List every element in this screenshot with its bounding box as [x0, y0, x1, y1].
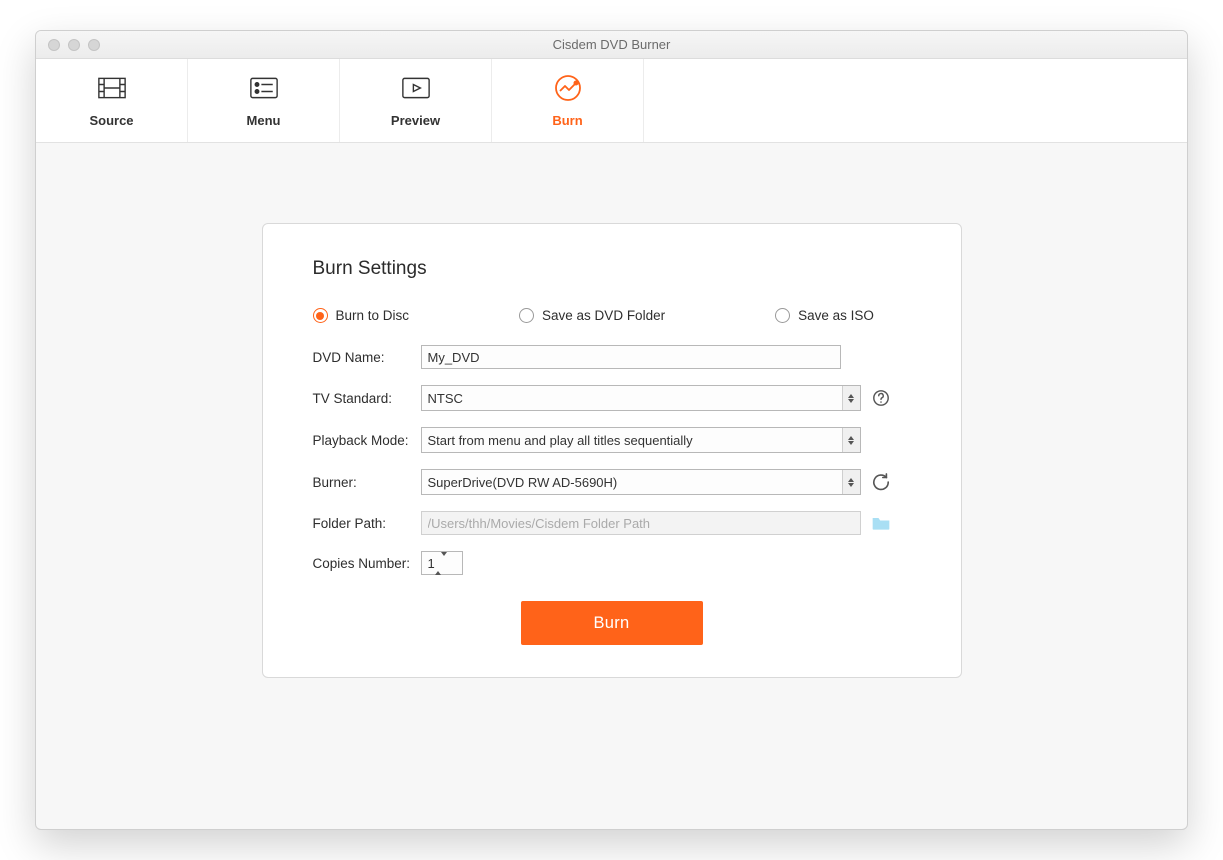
- tab-label: Preview: [391, 113, 440, 128]
- menu-icon: [250, 74, 278, 105]
- tab-label: Burn: [552, 113, 582, 128]
- radio-label: Save as DVD Folder: [542, 308, 665, 323]
- radio-save-as-folder[interactable]: Save as DVD Folder: [519, 308, 665, 323]
- radio-dot-icon: [519, 308, 534, 323]
- chevron-updown-icon: [435, 556, 451, 571]
- label-tv-standard: TV Standard:: [313, 391, 421, 406]
- burn-button[interactable]: Burn: [521, 601, 703, 645]
- titlebar: Cisdem DVD Burner: [36, 31, 1187, 59]
- select-value: SuperDrive(DVD RW AD-5690H): [428, 475, 618, 490]
- dvd-name-input[interactable]: [421, 345, 841, 369]
- burn-settings-panel: Burn Settings Burn to Disc Save as DVD F…: [262, 223, 962, 678]
- chevron-updown-icon: [842, 386, 860, 410]
- radio-label: Burn to Disc: [336, 308, 410, 323]
- window-title: Cisdem DVD Burner: [36, 37, 1187, 52]
- playback-mode-select[interactable]: Start from menu and play all titles sequ…: [421, 427, 861, 453]
- chevron-updown-icon: [842, 428, 860, 452]
- tab-menu[interactable]: Menu: [188, 59, 340, 142]
- label-folder-path: Folder Path:: [313, 516, 421, 531]
- output-mode-radios: Burn to Disc Save as DVD Folder Save as …: [313, 308, 911, 323]
- tab-burn[interactable]: Burn: [492, 59, 644, 142]
- stepper-value: 1: [428, 556, 435, 571]
- filmstrip-icon: [98, 74, 126, 105]
- help-button[interactable]: [871, 388, 891, 408]
- select-value: Start from menu and play all titles sequ…: [428, 433, 693, 448]
- radio-burn-to-disc[interactable]: Burn to Disc: [313, 308, 410, 323]
- tab-label: Menu: [247, 113, 281, 128]
- content-area: Burn Settings Burn to Disc Save as DVD F…: [36, 143, 1187, 829]
- minimize-window-button[interactable]: [68, 39, 80, 51]
- browse-folder-button[interactable]: [871, 513, 891, 533]
- tab-label: Source: [89, 113, 133, 128]
- label-playback-mode: Playback Mode:: [313, 433, 421, 448]
- tab-preview[interactable]: Preview: [340, 59, 492, 142]
- radio-save-as-iso[interactable]: Save as ISO: [775, 308, 874, 323]
- chevron-updown-icon: [842, 470, 860, 494]
- copies-stepper[interactable]: 1: [421, 551, 463, 575]
- radio-dot-icon: [775, 308, 790, 323]
- label-copies: Copies Number:: [313, 556, 421, 571]
- burner-select[interactable]: SuperDrive(DVD RW AD-5690H): [421, 469, 861, 495]
- tab-source[interactable]: Source: [36, 59, 188, 142]
- tv-standard-select[interactable]: NTSC: [421, 385, 861, 411]
- label-dvd-name: DVD Name:: [313, 350, 421, 365]
- label-burner: Burner:: [313, 475, 421, 490]
- refresh-button[interactable]: [871, 472, 891, 492]
- select-value: NTSC: [428, 391, 463, 406]
- zoom-window-button[interactable]: [88, 39, 100, 51]
- app-window: Cisdem DVD Burner Source: [35, 30, 1188, 830]
- play-screen-icon: [402, 74, 430, 105]
- folder-path-input: [421, 511, 861, 535]
- radio-label: Save as ISO: [798, 308, 874, 323]
- close-window-button[interactable]: [48, 39, 60, 51]
- burn-disc-icon: [554, 74, 582, 105]
- panel-heading: Burn Settings: [313, 258, 911, 280]
- window-controls: [36, 39, 100, 51]
- main-tabs: Source Menu Preview: [36, 59, 1187, 143]
- radio-dot-icon: [313, 308, 328, 323]
